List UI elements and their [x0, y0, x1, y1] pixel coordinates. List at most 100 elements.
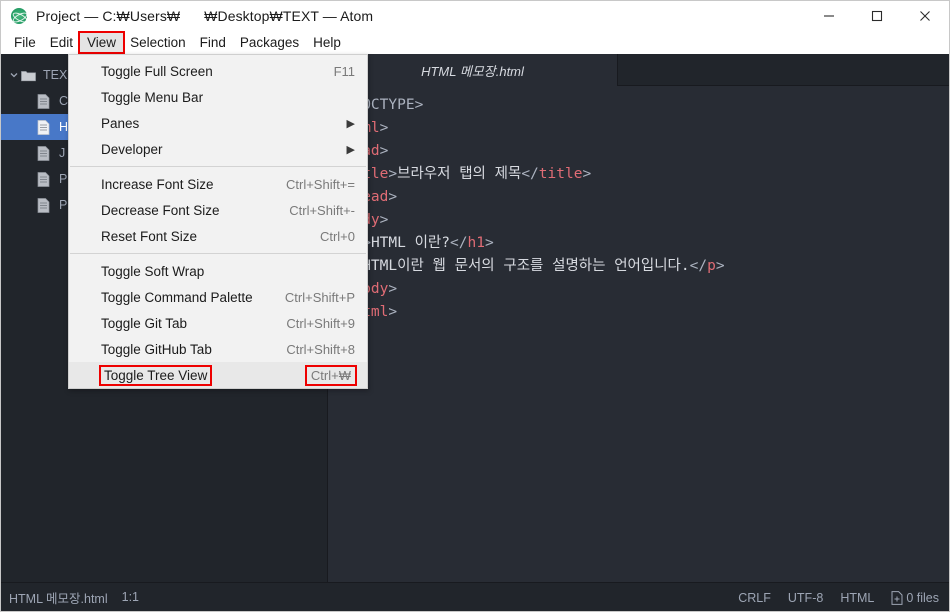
status-line-ending[interactable]: CRLF — [738, 591, 771, 605]
status-files[interactable]: 0 files — [891, 591, 939, 605]
code-token-punct: </ — [521, 166, 539, 182]
code-editor[interactable]: <!DOCTYPE><html><head><title>브라우저 탭의 제목<… — [328, 86, 949, 582]
code-token-text: HTML이란 웹 문서의 구조를 설명하는 언어입니다. — [362, 258, 690, 274]
menubar-item-view[interactable]: View — [80, 32, 124, 52]
file-icon — [37, 145, 59, 161]
chevron-down-icon — [7, 70, 21, 80]
file-icon — [37, 171, 59, 187]
menu-item-label: Toggle GitHub Tab — [101, 341, 212, 357]
menu-item-label: Increase Font Size — [101, 176, 214, 192]
atom-window: Project — C:₩Users₩ ₩Desktop₩TEXT — Atom… — [0, 0, 950, 612]
code-line: <body> — [336, 209, 949, 232]
menubar-item-edit[interactable]: Edit — [43, 33, 80, 52]
code-token-punct: > — [388, 189, 398, 205]
menubar-item-help[interactable]: Help — [306, 33, 348, 52]
code-token-punct: > — [582, 166, 592, 182]
menu-item-shortcut: Ctrl+₩ — [307, 367, 355, 384]
menu-bar: File Edit View Selection Find Packages H… — [1, 31, 949, 54]
tab-html-memo[interactable]: HTML 메모장.html — [328, 54, 618, 86]
menu-item-shortcut: Ctrl+Shift+8 — [286, 341, 355, 357]
window-title: Project — C:₩Users₩ ₩Desktop₩TEXT — Atom — [36, 8, 374, 24]
code-token-punct: > — [388, 281, 398, 297]
code-line: <p>HTML이란 웹 문서의 구조를 설명하는 언어입니다.</p> — [336, 255, 949, 278]
menu-item-label: Toggle Command Palette — [101, 289, 253, 305]
status-left: HTML 메모장.html 1:1 — [1, 588, 139, 607]
status-filename: HTML 메모장.html — [9, 591, 108, 606]
code-token-punct: </ — [450, 235, 468, 251]
menu-item-label: Developer — [101, 141, 163, 157]
file-icon — [37, 119, 59, 135]
status-right: CRLF UTF-8 HTML 0 files — [738, 583, 939, 611]
menu-item-toggle-menu-bar[interactable]: Toggle Menu Bar — [69, 84, 367, 110]
menu-item-shortcut: Ctrl+0 — [319, 228, 355, 244]
code-token-punct: > — [388, 304, 398, 320]
file-icon — [37, 93, 59, 109]
folder-icon — [21, 69, 43, 82]
menu-item-toggle-tree-view[interactable]: Toggle Tree View Ctrl+₩ — [69, 362, 367, 388]
menu-item-increase-font-size[interactable]: Increase Font Size Ctrl+Shift+= — [69, 171, 367, 197]
code-line: </html> — [336, 301, 949, 324]
menu-item-label: Toggle Tree View — [101, 367, 210, 384]
menu-separator — [70, 166, 366, 167]
code-line: <title>브라우저 탭의 제목</title> — [336, 163, 949, 186]
code-token-punct: > — [379, 120, 389, 136]
menu-item-label: Toggle Menu Bar — [101, 89, 204, 105]
menubar-item-file[interactable]: File — [7, 33, 43, 52]
menu-item-toggle-github-tab[interactable]: Toggle GitHub Tab Ctrl+Shift+8 — [69, 336, 367, 362]
window-controls — [805, 1, 949, 31]
tree-item-file-2-label: H — [59, 120, 69, 134]
tree-item-file-3-label: J — [59, 146, 66, 160]
menubar-item-find[interactable]: Find — [193, 33, 233, 52]
menu-item-shortcut: Ctrl+Shift+P — [284, 289, 355, 305]
status-cursor-position[interactable]: 1:1 — [122, 590, 139, 604]
close-button[interactable] — [901, 1, 949, 31]
chevron-right-icon: ▶ — [346, 117, 355, 130]
menu-item-label: Reset Font Size — [101, 228, 198, 244]
code-token-text: HTML 이란? — [370, 235, 450, 251]
menu-item-developer[interactable]: Developer ▶ — [69, 136, 367, 162]
menu-item-toggle-git-tab[interactable]: Toggle Git Tab Ctrl+Shift+9 — [69, 310, 367, 336]
menu-separator — [70, 253, 366, 254]
menubar-item-selection[interactable]: Selection — [123, 33, 193, 52]
menu-item-label: Toggle Full Screen — [101, 63, 213, 79]
code-token-punct: > — [484, 235, 494, 251]
title-bar: Project — C:₩Users₩ ₩Desktop₩TEXT — Atom — [1, 1, 949, 31]
menu-item-decrease-font-size[interactable]: Decrease Font Size Ctrl+Shift+- — [69, 197, 367, 223]
tree-item-file-5-label: P — [59, 198, 68, 212]
tree-item-root-label: TEX — [43, 68, 68, 82]
menu-item-toggle-soft-wrap[interactable]: Toggle Soft Wrap — [69, 258, 367, 284]
menubar-item-packages[interactable]: Packages — [233, 33, 306, 52]
menu-item-shortcut: Ctrl+Shift+- — [289, 202, 355, 218]
code-token-tag: title — [538, 166, 583, 182]
code-line: <!DOCTYPE> — [336, 94, 949, 117]
code-token-tag: p — [707, 258, 716, 274]
menu-item-panes[interactable]: Panes ▶ — [69, 110, 367, 136]
view-dropdown-menu: Toggle Full Screen F11 Toggle Menu Bar Pane… — [68, 54, 368, 389]
menu-item-shortcut: Ctrl+Shift+9 — [286, 315, 355, 331]
code-line: <h1>HTML 이란?</h1> — [336, 232, 949, 255]
minimize-button[interactable] — [805, 1, 853, 31]
menu-item-label: Toggle Git Tab — [101, 315, 188, 331]
atom-logo-icon — [11, 8, 27, 24]
menu-item-label: Decrease Font Size — [101, 202, 220, 218]
menu-item-reset-font-size[interactable]: Reset Font Size Ctrl+0 — [69, 223, 367, 249]
code-token-punct: > — [388, 166, 398, 182]
tree-item-file-1-label: C — [59, 94, 69, 108]
code-token-punct: > — [715, 258, 725, 274]
code-line: <html> — [336, 117, 949, 140]
code-line: </body> — [336, 278, 949, 301]
menu-item-label: Panes — [101, 115, 140, 131]
code-token-tag: h1 — [467, 235, 485, 251]
menu-item-label: Toggle Soft Wrap — [101, 263, 205, 279]
menu-item-toggle-command-palette[interactable]: Toggle Command Palette Ctrl+Shift+P — [69, 284, 367, 310]
status-grammar[interactable]: HTML — [840, 591, 874, 605]
file-icon — [37, 197, 59, 213]
file-add-icon — [891, 590, 903, 605]
tree-item-file-4-label: P — [59, 172, 68, 186]
status-bar: HTML 메모장.html 1:1 CRLF UTF-8 HTML 0 file… — [1, 582, 949, 611]
status-encoding[interactable]: UTF-8 — [788, 591, 823, 605]
menu-item-toggle-full-screen[interactable]: Toggle Full Screen F11 — [69, 58, 367, 84]
code-line: <head> — [336, 140, 949, 163]
maximize-button[interactable] — [853, 1, 901, 31]
code-token-punct: </ — [689, 258, 708, 274]
